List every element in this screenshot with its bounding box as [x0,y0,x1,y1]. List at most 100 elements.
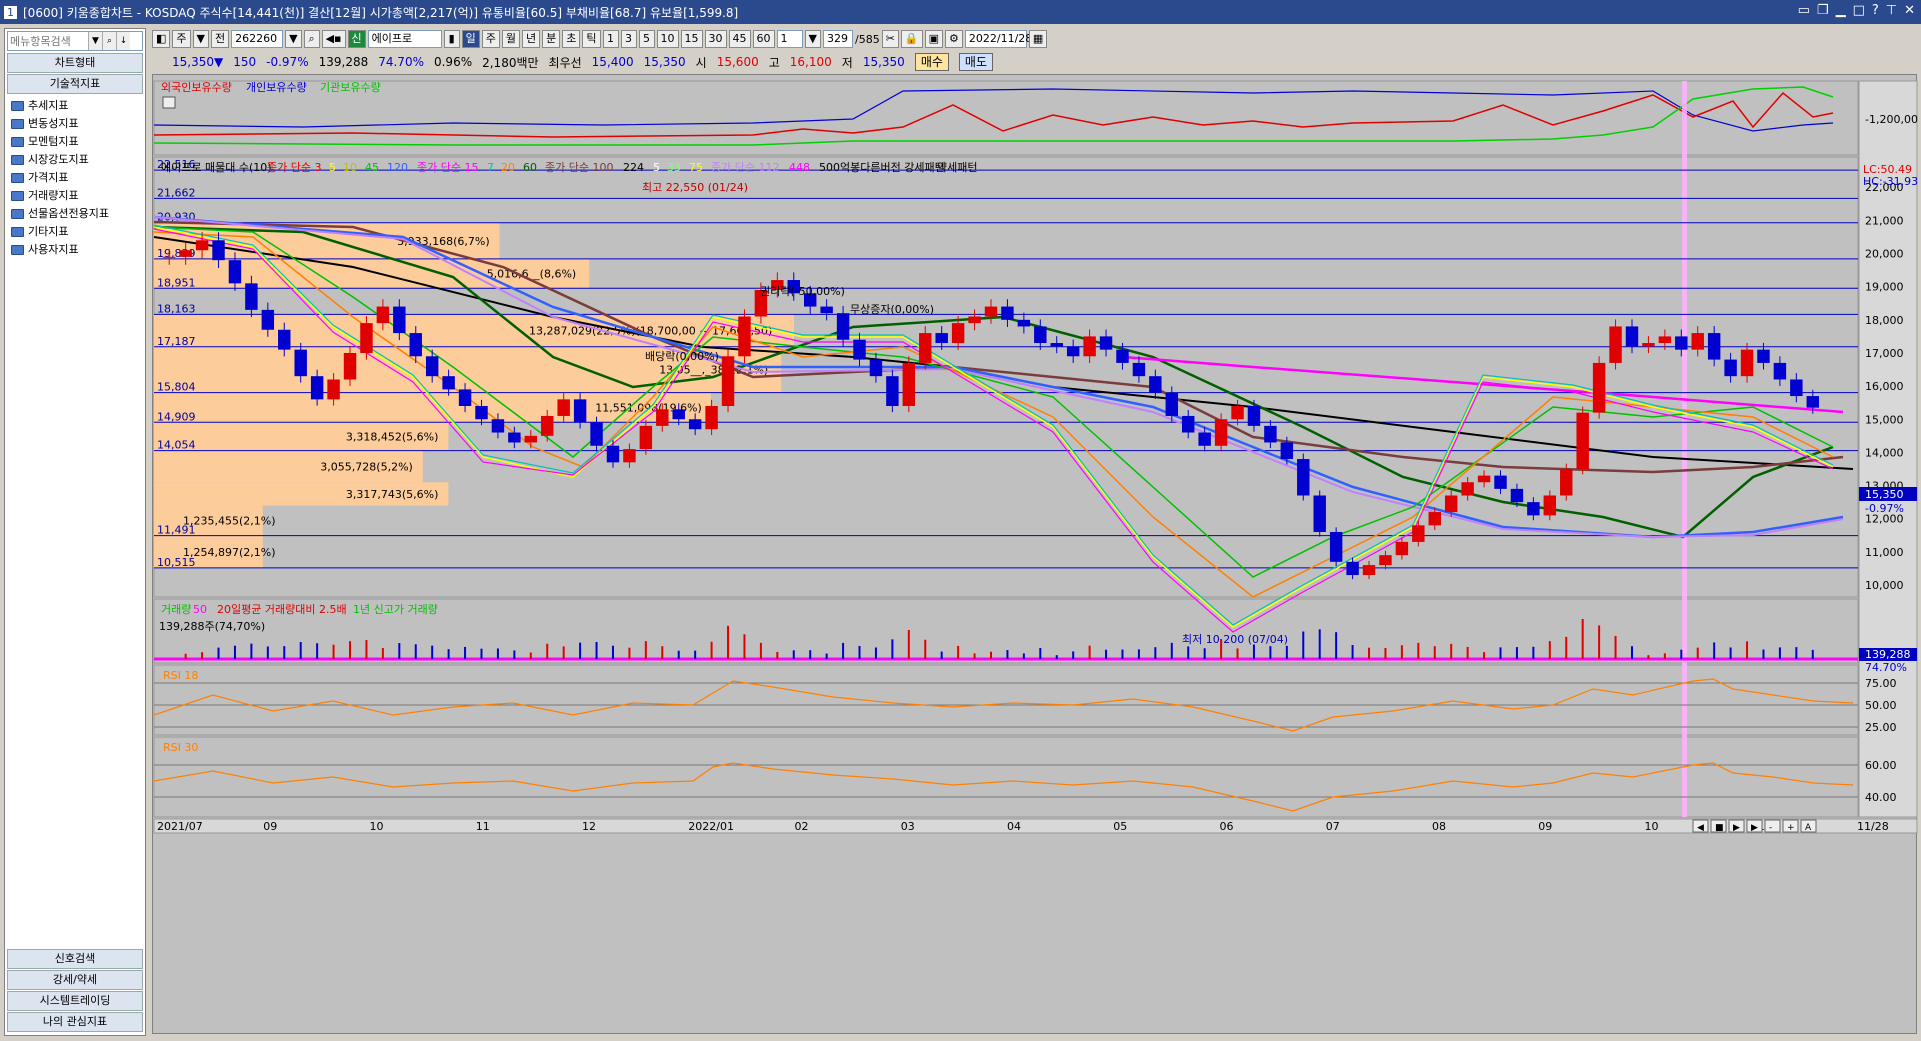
panel-menu-icon[interactable] [162,96,176,109]
maximize-icon[interactable]: □ [1853,3,1865,18]
chart-area[interactable]: 외국인보유수량개인보유수량기관보유수량 -1,200,000 3,933,168… [152,74,1918,1035]
volume-bar [184,653,187,659]
search-icon[interactable]: ⌕ [102,32,116,50]
interval-dropdown-icon[interactable]: ▼ [804,30,821,48]
tree-item[interactable]: 사용자지표 [11,241,145,259]
chart-canvas[interactable]: 외국인보유수량개인보유수량기관보유수량 -1,200,000 3,933,168… [153,75,1918,1035]
mode-dropdown-icon[interactable]: ▼ [192,30,209,48]
interval-1[interactable]: 1 [602,30,619,48]
sidebar-bottom-tab[interactable]: 강세/약세 [7,970,143,990]
interval-value-input[interactable]: 1 [776,30,803,48]
tree-item[interactable]: 거래량지표 [11,187,145,205]
buy-button[interactable]: 매수 [914,53,949,71]
scroll-control-button[interactable] [1764,819,1781,833]
volume-bar [201,652,204,659]
volume-bar [1368,647,1371,659]
interval-60[interactable]: 60 [752,30,775,48]
sidebar-bottom-tab[interactable]: 나의 관심지표 [7,1012,143,1032]
candle-body [491,419,505,433]
tech-indicator-tab[interactable]: 기술적지표 [7,74,143,94]
page-count-input[interactable]: 329 [822,30,853,48]
interval-5[interactable]: 5 [638,30,655,48]
lock-icon[interactable]: 🔒 [900,30,923,48]
sell-button[interactable]: 매도 [958,53,993,71]
interval-3[interactable]: 3 [620,30,637,48]
price-level-label: 21,662 [157,186,196,199]
save-icon[interactable]: ▣ [924,30,944,48]
tree-item[interactable]: 모멘텀지표 [11,133,145,151]
period-monthly[interactable]: 월 [501,30,521,48]
price-legend-item: 224 [623,161,644,174]
minimize-icon[interactable]: ▁ [1836,3,1846,18]
tree-item[interactable]: 가격지표 [11,169,145,187]
period-second[interactable]: 초 [562,30,581,48]
down-arrow-icon[interactable]: ↓ [116,32,130,50]
candle-body [1132,362,1146,377]
price-legend: 에이프로 매물대 수(10)종가 단순 3 5 10 45 120 종가 단순 15 7 20… [161,160,977,174]
candle-body [1050,343,1063,347]
tree-item[interactable]: 변동성지표 [11,115,145,133]
volume-bar [940,651,943,659]
interval-15[interactable]: 15 [680,30,703,48]
volume-bar [1778,647,1781,659]
scissors-icon[interactable]: ✂ [881,30,899,48]
volume-bar [825,653,828,659]
interval-30[interactable]: 30 [704,30,727,48]
volume-bar [1417,642,1420,659]
restore-icon[interactable]: ❐ [1817,3,1829,18]
period-tick[interactable]: 틱 [582,30,601,48]
mode-button-all[interactable]: 전 [211,30,230,48]
candle-body [1658,336,1672,344]
volume-profile-label: 3,318,452(5,6%) [346,430,439,443]
tree-item[interactable]: 선물옵션전용지표 [11,205,145,223]
period-daily[interactable]: 일 [461,30,480,48]
menu-search-input[interactable] [8,34,88,48]
period-weekly[interactable]: 주 [481,30,500,48]
code-dropdown-icon[interactable]: ▼ [285,30,302,48]
price-level-label: 17,187 [157,335,196,348]
interval-45[interactable]: 45 [728,30,751,48]
scroll-control-glyph: ▶ [1733,823,1740,833]
volume-bar [1022,653,1025,659]
volume-bar [1795,647,1798,659]
tree-item[interactable]: 시장강도지표 [11,151,145,169]
price-legend-item: 75 [689,161,703,174]
calendar-icon[interactable]: ▦ [1028,30,1048,48]
mode-button-stock[interactable]: 주 [172,30,191,48]
pin-icon[interactable]: ⊤ [1886,3,1897,18]
stock-name-field[interactable]: 에이프로 [367,30,442,48]
candle-body [1329,531,1343,562]
dividend-annotation: 배당락(0,00%) [645,350,719,363]
volume-bar [628,647,631,659]
volume-bar [414,644,417,659]
holdings-axis-label: -1,200,000 [1865,113,1918,126]
color-bar-icon[interactable]: ▮ [443,30,460,48]
chart-type-tab[interactable]: 차트형태 [7,53,143,73]
help-icon[interactable]: ? [1872,3,1879,18]
period-yearly[interactable]: 년 [522,30,541,48]
close-icon[interactable]: ✕ [1904,3,1915,18]
settings-icon[interactable]: ⚙ [945,30,963,48]
dropdown-icon[interactable]: ▼ [88,32,102,50]
date-input[interactable]: 2022/11/28 [964,30,1032,48]
window-icon[interactable]: ▭ [1798,3,1810,18]
x-axis-label: 09 [263,820,277,833]
candle-body [278,329,291,350]
chart-menu-icon[interactable]: ◧ [152,30,171,48]
search-icon[interactable]: ⌕ [303,30,320,48]
sidebar-bottom-tab[interactable]: 신호검색 [7,949,143,969]
stock-code-input[interactable]: 262260 [231,30,284,48]
volume-bar [1548,641,1551,659]
sidebar-bottom-tab[interactable]: 시스템트레이딩 [7,991,143,1011]
candle-body [1264,425,1277,443]
period-minute[interactable]: 분 [542,30,561,48]
candle-body [590,422,603,446]
volume-bar [743,634,746,659]
interval-10[interactable]: 10 [656,30,679,48]
speaker-icon[interactable]: ◀▪ [321,30,346,48]
candle-body [1675,336,1688,350]
price-axis-tick: 18,000 [1865,314,1904,327]
tree-item[interactable]: 기타지표 [11,223,145,241]
tree-item[interactable]: 추세지표 [11,97,145,115]
volume-profile-label: 1,254,897(2,1%) [183,546,276,559]
